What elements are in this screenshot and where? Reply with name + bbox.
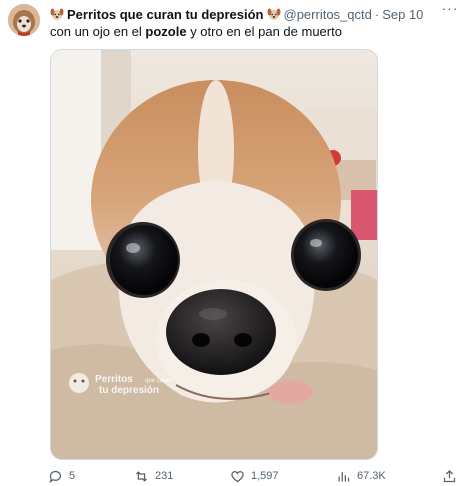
like-button[interactable]: 1,597 xyxy=(230,469,279,484)
reply-count: 5 xyxy=(69,470,76,482)
watermark-dog-icon xyxy=(69,373,89,393)
watermark-text-2: tu depresión xyxy=(99,385,159,396)
tweet-text: con un ojo en el pozole y otro en el pan… xyxy=(50,24,342,40)
view-count: 67.3K xyxy=(357,470,386,482)
tweet-text-part: y otro en el pan de muerto xyxy=(186,24,342,39)
retweet-icon xyxy=(136,470,147,482)
heart-icon xyxy=(231,470,244,482)
reply-icon xyxy=(49,470,62,483)
reply-button[interactable]: 5 xyxy=(48,469,75,484)
like-count: 1,597 xyxy=(251,470,279,482)
author-handle[interactable]: @perritos_qctd xyxy=(284,7,372,22)
action-bar: 5 231 1,597 67.3K xyxy=(48,466,464,486)
share-button[interactable] xyxy=(442,469,457,484)
tweet[interactable]: Perritos que curan tu depresión @perrito… xyxy=(0,0,471,486)
separator-dot: · xyxy=(374,6,380,22)
tweet-text-part: con un ojo en el xyxy=(50,24,146,39)
dog-face-emoji-icon xyxy=(267,8,280,20)
tweet-media-photo[interactable]: Perritos que curan tu depresión xyxy=(50,49,378,460)
chihuahua-photo: Perritos que curan tu depresión xyxy=(51,50,377,459)
share-icon xyxy=(443,469,456,482)
author-name-link[interactable]: Perritos que curan tu depresión xyxy=(50,7,281,22)
tweet-header: Perritos que curan tu depresión @perrito… xyxy=(50,5,461,23)
author-name: Perritos que curan tu depresión xyxy=(67,6,264,22)
dog-face-emoji-icon xyxy=(50,8,64,20)
tweet-text-bold: pozole xyxy=(145,24,187,39)
retweet-button[interactable]: 231 xyxy=(134,469,173,484)
retweet-count: 231 xyxy=(155,470,174,482)
watermark-text-1: Perritos xyxy=(95,374,133,385)
avatar[interactable] xyxy=(8,4,40,36)
more-options-icon[interactable]: ··· xyxy=(439,1,461,20)
bar-chart-icon xyxy=(338,471,350,481)
avatar-image xyxy=(8,4,40,36)
views-button[interactable]: 67.3K xyxy=(336,469,386,484)
watermark-text-small: que curan xyxy=(145,378,172,384)
tweet-date[interactable]: Sep 10 xyxy=(382,7,423,22)
